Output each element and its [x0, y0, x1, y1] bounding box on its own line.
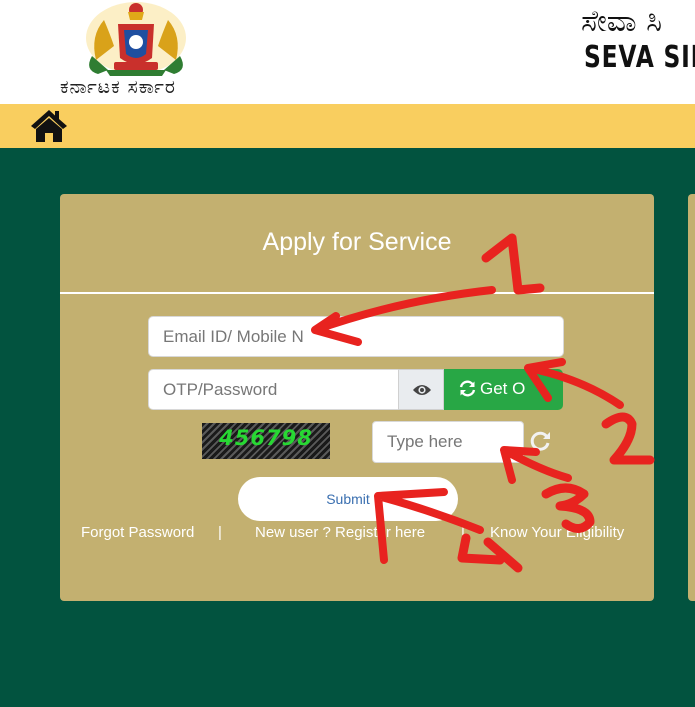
card-title: Apply for Service: [262, 228, 452, 256]
otp-password-input[interactable]: [148, 369, 399, 410]
captcha-input[interactable]: [372, 421, 524, 463]
eye-icon: [413, 385, 431, 395]
card-divider: [60, 292, 654, 294]
site-title-kannada: ಸೇವಾ ಸಿ: [581, 4, 663, 39]
emblem-caption: ಕರ್ನಾಟಕ ಸರ್ಕಾರ: [60, 76, 176, 98]
site-title-english: SEVA SIN: [584, 40, 695, 75]
top-navbar: [0, 104, 695, 148]
refresh-icon: [459, 380, 476, 397]
submit-button[interactable]: Submit: [238, 477, 458, 521]
get-otp-label: Get O: [480, 379, 526, 398]
show-password-button[interactable]: [398, 369, 444, 410]
get-otp-button[interactable]: Get O: [444, 369, 563, 410]
captcha-refresh-icon[interactable]: [528, 429, 552, 453]
home-icon[interactable]: [30, 108, 68, 144]
karnataka-emblem-logo: [86, 2, 186, 76]
link-separator: |: [218, 524, 222, 541]
link-separator: |: [461, 524, 465, 541]
captcha-text: 456798: [219, 426, 313, 450]
site-header: ಕರ್ನಾಟಕ ಸರ್ಕಾರ ಸೇವಾ ಸಿ SEVA SIN: [0, 0, 695, 104]
eligibility-link[interactable]: Know Your Eligibility: [490, 524, 624, 541]
captcha-image: 456798: [202, 423, 330, 459]
email-mobile-input[interactable]: [148, 316, 564, 357]
register-link[interactable]: New user ? Register here: [255, 524, 425, 541]
forgot-password-link[interactable]: Forgot Password: [81, 524, 194, 541]
